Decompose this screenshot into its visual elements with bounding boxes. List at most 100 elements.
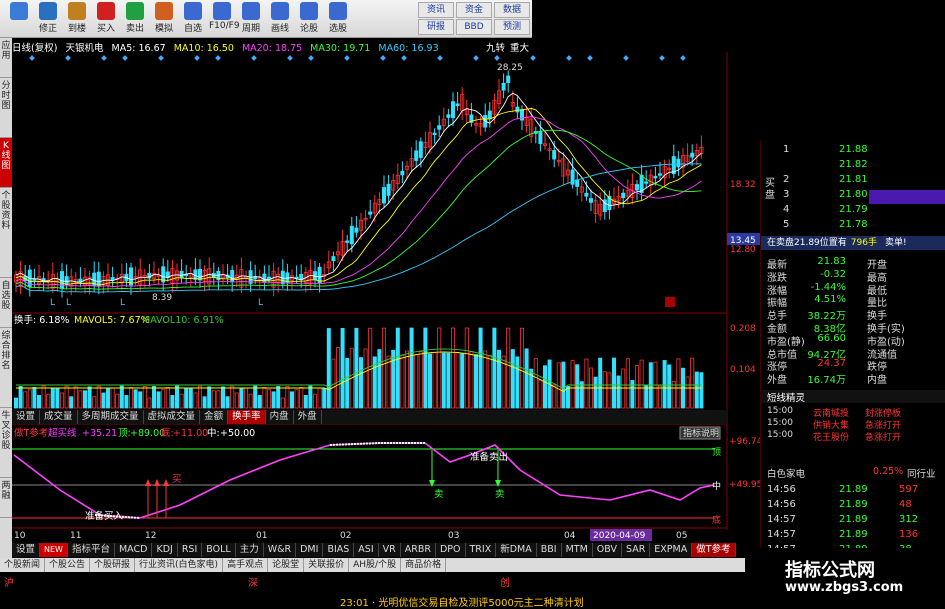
news-ticker[interactable]: 23:01 · 光明优信交易自检及测评5000元主二种清计划 [340,594,584,609]
indicator-value-1: +35.21 [82,428,117,439]
tab-tabs1-0[interactable]: 设置 [12,410,41,424]
sprite-row[interactable]: 15:00 云南城投 封涨停板 [761,406,945,419]
stat-row: 市盈(静) 66.60 市盈(动) [761,333,945,348]
tab-tabs2-1[interactable]: NEW [40,543,68,557]
x-axis: 10 11 12 01 02 03 04 05 2020-04-09 [14,529,687,541]
volume-bar [285,386,290,409]
volume-bar [612,357,617,409]
volume-bar [41,385,46,409]
volume-bar [446,352,451,409]
volume-bar [18,386,23,409]
status-cy[interactable]: 创 [500,574,510,589]
volume-bar [262,386,267,409]
tab-tabs2-17[interactable]: BBI [537,543,562,557]
stat-key: 外盘 [767,375,787,387]
stat-row: 涨停 24.37 跌停 [761,358,945,373]
quote-alert-bar[interactable]: 在卖盘21.89位置有 796手 卖单! [761,236,945,250]
news-tab-5[interactable]: 论股堂 [268,558,305,572]
news-tab-6[interactable]: 关联报价 [304,558,350,572]
status-sh[interactable]: 沪 [4,574,14,589]
volume-bar [179,393,184,409]
tab-tabs2-3[interactable]: MACD [115,543,153,557]
volume-bar [469,351,474,409]
tab-tabs2-7[interactable]: 主力 [236,543,264,557]
tab-tabs1-4[interactable]: 金额 [200,410,229,424]
tab-tabs1-3[interactable]: 虚拟成交量 [144,410,201,424]
candle-body [515,106,520,113]
volume-bar [510,349,515,409]
short-line-sprite-title[interactable]: 短线精灵 [761,390,945,404]
tab-tabs2-4[interactable]: KDJ [152,543,178,557]
volume-bar [27,389,32,409]
news-tab-8[interactable]: 商品价格 [401,558,447,572]
order-book-row[interactable]: 21.82 [761,159,945,172]
signal-diamond [344,55,350,61]
status-sz[interactable]: 深 [248,574,258,589]
order-book-row[interactable]: 4 21.79 [761,204,945,217]
news-tab-3[interactable]: 行业资讯(白色家电) [135,558,224,572]
tab-tabs2-15[interactable]: TRIX [466,543,497,557]
volume-bar [119,385,124,409]
indicator-title[interactable]: 做T参考 [14,427,48,439]
tab-tabs2-5[interactable]: RSI [178,543,203,557]
price-tick-2: 13.45 [730,236,756,246]
industry-row[interactable]: 白色家电 0.25% 同行业 [761,466,945,480]
tab-tabs2-18[interactable]: MTM [562,543,593,557]
sprite-time: 15:00 [767,430,793,440]
tab-tabs2-8[interactable]: W&R [264,543,297,557]
tab-tabs2-21[interactable]: EXPMA [650,543,693,557]
volume-bar [635,365,640,409]
tab-tabs2-0[interactable]: 设置 [12,543,41,557]
tab-tabs2-19[interactable]: OBV [593,543,622,557]
news-tab-7[interactable]: AH股/个股 [349,558,402,572]
low-mark-4: L [258,298,263,308]
volume-bar [138,391,143,409]
tab-tabs2-13[interactable]: ARBR [401,543,436,557]
order-book-row[interactable]: 5 21.78 [761,219,945,232]
tick-row: 14:57 21.89 136 [761,529,945,541]
news-tab-2[interactable]: 个股研报 [90,558,136,572]
tab-tabs2-12[interactable]: VR [379,543,401,557]
stat-value: 24.37 [817,358,846,370]
x-label-03: 03 [448,531,459,541]
volume-bar [699,372,704,409]
tab-tabs2-10[interactable]: BIAS [323,543,355,557]
tab-tabs2-11[interactable]: ASI [354,543,379,557]
candle-body [455,103,460,107]
volume-bar [142,386,147,409]
news-tab-4[interactable]: 高手观点 [223,558,269,572]
tab-tabs2-20[interactable]: SAR [622,543,651,557]
ob-price: 21.88 [839,144,868,155]
tab-tabs2-22[interactable]: 做T参考 [692,543,736,557]
tab-tabs2-9[interactable]: DMI [296,543,324,557]
tab-tabs1-1[interactable]: 成交量 [40,410,78,424]
news-tab-0[interactable]: 个股新闻 [0,558,46,572]
volume-bar [165,387,170,409]
candle-body [446,114,451,118]
low-price-label: 8.39 [152,293,172,303]
volume-bar [294,389,299,409]
news-tab-1[interactable]: 个股公告 [45,558,91,572]
volume-bar [156,391,161,409]
tab-tabs2-6[interactable]: BOLL [202,543,236,557]
sprite-row[interactable]: 15:00 供销大集 急涨打开 [761,418,945,431]
tab-tabs1-7[interactable]: 外盘 [294,410,322,424]
candle-body [644,181,649,184]
ob-price: 21.79 [839,204,868,215]
tab-tabs2-16[interactable]: 新DMA [496,543,537,557]
tab-tabs1-5[interactable]: 换手率 [228,410,266,424]
ind-tick-2: +49.95 [729,480,760,490]
tab-tabs2-14[interactable]: DPO [436,543,466,557]
volume-bar [69,396,74,409]
sprite-row[interactable]: 15:00 花王股份 急涨打开 [761,430,945,443]
tab-tabs1-2[interactable]: 多周期成交量 [78,410,144,424]
volume-bar [193,392,198,409]
main-chart[interactable]: 18.32 12.80 13.45 28.25 8.39 L L L L 换手:… [0,0,760,558]
volume-bar [381,327,386,409]
volume-bar [197,385,202,409]
order-book-row[interactable]: 1 21.88 [761,144,945,157]
tab-tabs1-6[interactable]: 内盘 [266,410,294,424]
tab-tabs2-2[interactable]: 指标平台 [68,543,115,557]
volume-bar [478,327,483,409]
order-book-row[interactable]: 2 21.81 [761,174,945,187]
